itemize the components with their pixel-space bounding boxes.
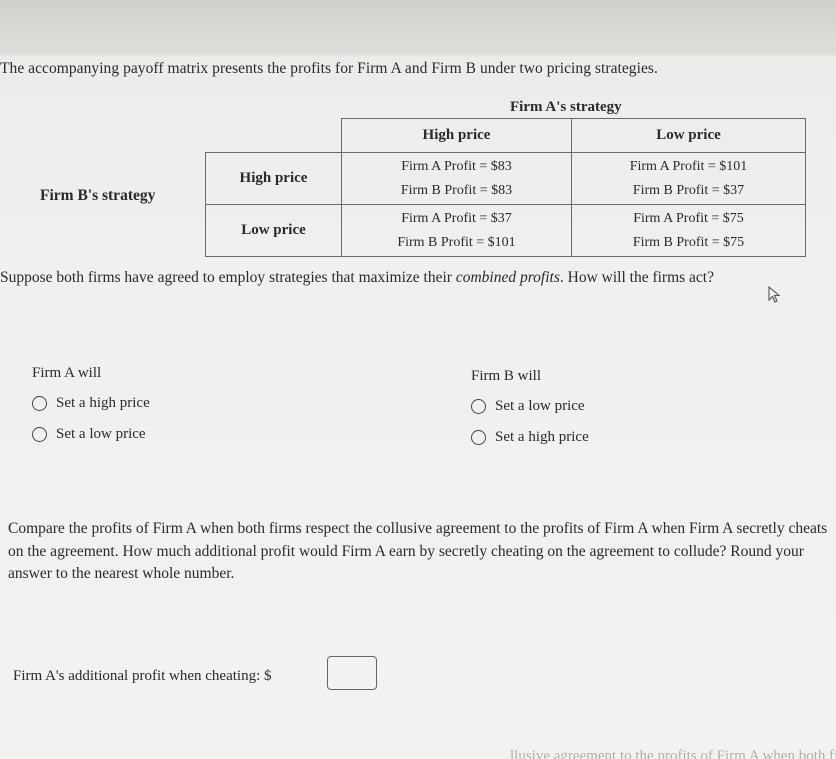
- matrix-corner: [205, 118, 342, 153]
- matrix-column-header: Firm A's strategy: [510, 99, 622, 115]
- intro-text: The accompanying payoff matrix presents …: [0, 60, 658, 77]
- partial-next-question-text: llusive agreement to the profits of Firm…: [510, 748, 836, 759]
- firm-a-profit: Firm A Profit = $101: [629, 158, 748, 174]
- mouse-cursor-icon: [768, 285, 782, 309]
- question-text-end: . How will the firms act?: [559, 269, 714, 286]
- firm-b-option-high-price[interactable]: Set a high price: [471, 422, 589, 453]
- firm-a-option-low-price[interactable]: Set a low price: [32, 419, 150, 450]
- payoff-cell-high-high: Firm A Profit = $83 Firm B Profit = $83: [341, 152, 572, 205]
- answer-label: Firm A's additional profit when cheating…: [13, 668, 272, 684]
- firm-b-group-label: Firm B will: [471, 368, 542, 384]
- firm-a-profit: Firm A Profit = $83: [401, 158, 512, 174]
- col-header-low-price: Low price: [571, 118, 806, 153]
- row-header-high-price: High price: [205, 152, 342, 205]
- firm-a-option-high-price[interactable]: Set a high price: [32, 388, 150, 419]
- firm-b-profit: Firm B Profit = $37: [632, 182, 745, 198]
- firm-b-profit: Firm B Profit = $83: [400, 182, 513, 198]
- top-band: [0, 0, 836, 56]
- firm-a-group-label: Firm A will: [32, 365, 102, 381]
- firm-b-option-low-price[interactable]: Set a low price: [471, 391, 589, 422]
- radio-button[interactable]: [32, 427, 47, 442]
- radio-button[interactable]: [471, 399, 486, 414]
- option-label: Set a low price: [56, 426, 146, 442]
- question-combined-profits: Suppose both firms have agreed to employ…: [0, 269, 714, 287]
- question-emphasis: combined profits: [455, 269, 560, 286]
- question-cheating-profit: Compare the profits of Firm A when both …: [8, 520, 828, 582]
- row-header-low-price: Low price: [205, 204, 342, 257]
- payoff-cell-low-low: Firm A Profit = $75 Firm B Profit = $75: [571, 204, 806, 257]
- firm-a-profit: Firm A Profit = $75: [633, 210, 744, 226]
- firm-b-radio-group: Firm B will Set a low price Set a high p…: [471, 368, 589, 453]
- firm-b-profit: Firm B Profit = $101: [397, 234, 516, 250]
- payoff-matrix: High price Low price High price Firm A P…: [205, 118, 806, 257]
- option-label: Set a high price: [56, 395, 150, 411]
- firm-a-profit: Firm A Profit = $37: [401, 210, 512, 226]
- additional-profit-input[interactable]: [327, 656, 377, 690]
- radio-button[interactable]: [471, 430, 486, 445]
- payoff-cell-high-low: Firm A Profit = $101 Firm B Profit = $37: [571, 152, 806, 205]
- firm-a-radio-group: Firm A will Set a high price Set a low p…: [32, 365, 150, 450]
- radio-button[interactable]: [32, 396, 47, 411]
- matrix-row-header: Firm B's strategy: [40, 187, 156, 204]
- option-label: Set a low price: [495, 398, 585, 414]
- option-label: Set a high price: [495, 429, 589, 445]
- question-text: Suppose both firms have agreed to employ…: [0, 269, 456, 286]
- payoff-cell-low-high: Firm A Profit = $37 Firm B Profit = $101: [341, 204, 572, 257]
- col-header-high-price: High price: [341, 118, 572, 153]
- firm-b-profit: Firm B Profit = $75: [632, 234, 745, 250]
